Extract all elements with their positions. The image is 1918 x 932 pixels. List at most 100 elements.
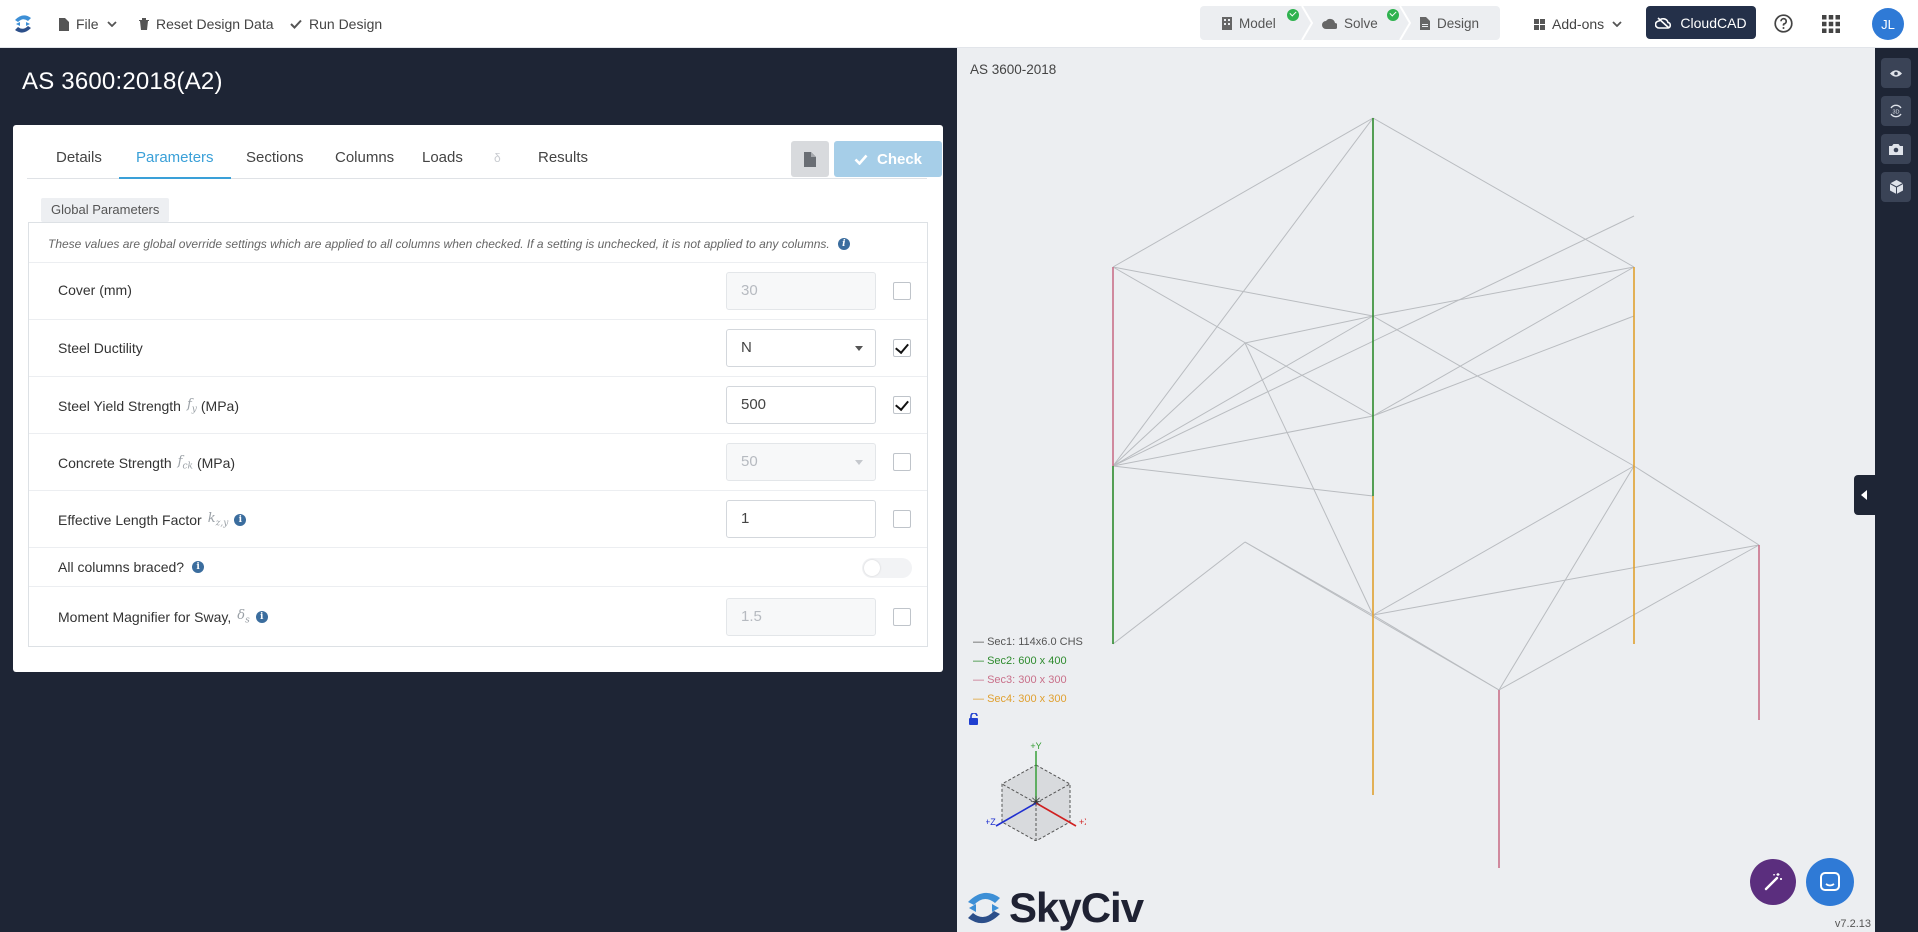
param-row-steel-ductility: Steel Ductility N: [29, 319, 927, 376]
chat-support-button[interactable]: [1806, 858, 1854, 906]
cover-input[interactable]: 30: [726, 272, 876, 310]
tab-results[interactable]: Results: [521, 125, 605, 179]
cloud-icon: [1322, 18, 1337, 29]
brand-text: SkyCiv: [1009, 884, 1144, 931]
step-model[interactable]: Model: [1222, 6, 1299, 40]
3d-viewport[interactable]: AS 3600-2018 — Sec1: 114x6.0 CHS — Sec2:…: [957, 48, 1875, 932]
report-button[interactable]: [791, 141, 829, 177]
param-row-columns-braced: All columns braced? i: [29, 547, 927, 586]
parameters-note: These values are global override setting…: [48, 237, 850, 251]
cube-icon: [1889, 180, 1903, 194]
steel-yield-checkbox[interactable]: [893, 396, 911, 414]
symbol-subscript: ck: [182, 461, 193, 472]
concrete-strength-select[interactable]: 50: [726, 443, 876, 481]
effective-length-checkbox[interactable]: [893, 510, 911, 528]
tab-columns[interactable]: Columns: [318, 125, 411, 179]
columns-braced-toggle[interactable]: [862, 558, 912, 578]
3d-view-button[interactable]: 3D: [1881, 96, 1911, 126]
file-icon: [59, 17, 69, 31]
param-row-moment-magnifier: Moment Magnifier for Sway, δs i 1.5: [29, 586, 927, 647]
right-toolbar: 3D: [1875, 48, 1918, 932]
legend-text: Sec4: 300 x 300: [987, 693, 1067, 705]
view-cube[interactable]: ✳ +Y +X +Z: [986, 741, 1086, 841]
step-model-label: Model: [1239, 15, 1276, 31]
cloudcad-button[interactable]: CloudCAD: [1646, 6, 1756, 39]
step-separator-icon: [1301, 6, 1314, 40]
param-row-effective-length: Effective Length Factor kz,y i 1: [29, 490, 927, 547]
effective-length-input[interactable]: 1: [726, 500, 876, 538]
visibility-button[interactable]: [1881, 58, 1911, 88]
param-unit: (MPa): [200, 397, 240, 414]
magic-wand-icon: [1764, 873, 1782, 891]
run-design-button[interactable]: Run Design: [290, 0, 382, 48]
reset-design-data-label: Reset Design Data: [156, 16, 274, 32]
param-label: Steel Yield Strength fy (MPa): [58, 397, 239, 415]
tab-details[interactable]: Details: [39, 125, 119, 179]
add-ons-menu[interactable]: Add-ons: [1534, 0, 1629, 48]
legend-item: — Sec1: 114x6.0 CHS: [973, 633, 1083, 652]
param-label: Moment Magnifier for Sway, δs i: [58, 608, 268, 626]
reset-design-data-button[interactable]: Reset Design Data: [139, 0, 274, 48]
magic-wand-button[interactable]: [1750, 859, 1796, 905]
user-avatar[interactable]: JL: [1872, 8, 1904, 40]
step-solve[interactable]: Solve: [1322, 6, 1399, 40]
moment-magnifier-input[interactable]: 1.5: [726, 598, 876, 636]
run-design-label: Run Design: [309, 16, 383, 32]
unlock-icon[interactable]: [968, 713, 980, 725]
cloud-off-icon: [1655, 16, 1672, 29]
design-card: Details Parameters Sections Columns Load…: [13, 125, 943, 672]
param-label: Cover (mm): [58, 282, 132, 298]
apps-grid-icon[interactable]: [1822, 15, 1840, 33]
moment-magnifier-checkbox[interactable]: [893, 608, 911, 626]
cover-checkbox[interactable]: [893, 282, 911, 300]
axis-x-label: +X: [1079, 817, 1086, 827]
param-symbol: δs: [237, 608, 249, 626]
info-icon[interactable]: i: [192, 561, 205, 573]
tab-loads[interactable]: Loads: [405, 125, 480, 179]
steel-ductility-checkbox[interactable]: [893, 339, 911, 357]
chevron-down-icon: [106, 21, 117, 27]
info-icon[interactable]: i: [837, 238, 850, 250]
document-icon: [1420, 16, 1430, 30]
legend-swatch: —: [973, 655, 988, 667]
concrete-strength-checkbox[interactable]: [893, 453, 911, 471]
param-label-text: Cover (mm): [58, 282, 132, 298]
param-label-text: Moment Magnifier for Sway,: [58, 608, 232, 625]
legend-item: — Sec2: 600 x 400: [973, 652, 1083, 671]
param-label: Steel Ductility: [58, 340, 143, 356]
check-button[interactable]: Check: [834, 141, 942, 177]
param-symbol: fy: [187, 397, 197, 415]
skyciv-logo-icon: [968, 892, 1000, 924]
camera-icon: [1889, 143, 1903, 155]
steel-yield-input[interactable]: 500: [726, 386, 876, 424]
param-label: All columns braced? i: [58, 559, 205, 575]
structure-model[interactable]: [957, 48, 1875, 932]
check-icon: [290, 19, 302, 29]
caret-down-icon: [855, 460, 863, 465]
param-label-text: Effective Length Factor: [58, 511, 202, 528]
step-design[interactable]: Design: [1420, 6, 1479, 40]
tab-sections[interactable]: Sections: [229, 125, 321, 179]
document-icon: [804, 151, 816, 167]
step-separator-icon: [1399, 6, 1412, 40]
render-mode-button[interactable]: [1881, 172, 1911, 202]
param-label: Concrete Strength fck (MPa): [58, 454, 235, 472]
skyciv-brand: SkyCiv: [965, 884, 1144, 932]
tab-parameters[interactable]: Parameters: [119, 125, 231, 179]
info-icon[interactable]: i: [255, 610, 268, 623]
param-row-steel-yield: Steel Yield Strength fy (MPa) 500: [29, 376, 927, 433]
tab-bar: Details Parameters Sections Columns Load…: [27, 125, 942, 179]
workflow-steps: Model Solve Design: [1200, 6, 1500, 40]
page-title: AS 3600:2018(A2): [22, 68, 223, 95]
screenshot-button[interactable]: [1881, 134, 1911, 164]
steel-ductility-select[interactable]: N: [726, 329, 876, 367]
help-icon[interactable]: [1774, 14, 1793, 33]
axis-y-label: +Y: [1030, 741, 1041, 751]
skyciv-logo-icon[interactable]: [10, 11, 36, 37]
collapse-panel-handle[interactable]: [1854, 475, 1875, 515]
info-icon[interactable]: i: [234, 513, 247, 526]
version-label: v7.2.13: [1834, 918, 1871, 930]
file-menu[interactable]: File: [58, 0, 124, 48]
legend-swatch: —: [973, 636, 988, 648]
file-menu-label: File: [76, 16, 99, 32]
